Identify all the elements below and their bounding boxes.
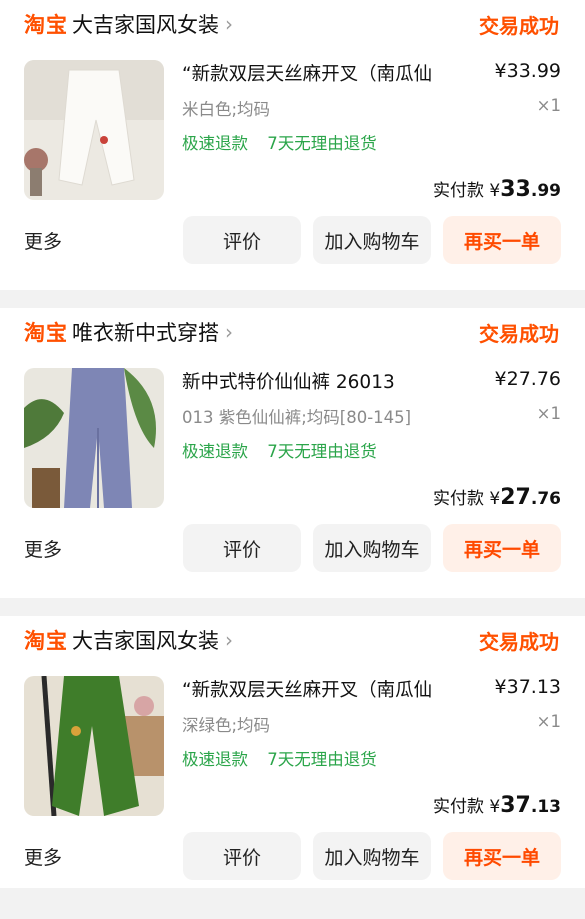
add-to-cart-button[interactable]: 加入购物车 [313,832,431,880]
product-thumbnail[interactable] [24,60,164,200]
paid-integer: 37 [500,793,531,818]
order-actions: 更多 评价 加入购物车 再买一单 [0,208,585,272]
chevron-right-icon: › [225,320,233,344]
review-button[interactable]: 评价 [183,524,301,572]
product-info: 新中式特价仙仙裤 26013 ¥27.76 013 紫色仙仙裤;均码[80-14… [182,368,561,510]
order-actions: 更多 评价 加入购物车 再买一单 [0,824,585,888]
paid-label: 实付款 [433,489,485,509]
product-info: “新款双层天丝麻开叉（南瓜仙 ¥33.99 米白色;均码 ×1 极速退款 7天无… [182,60,561,202]
product-thumbnail[interactable] [24,676,164,816]
tag-7day-return: 7天无理由退货 [267,750,377,769]
shop-header[interactable]: 淘宝 唯衣新中式穿搭 › 交易成功 [0,308,585,356]
chevron-right-icon: › [225,12,233,36]
product-quantity: ×1 [536,404,561,423]
product-thumbnail[interactable] [24,368,164,508]
platform-label: 淘宝 [24,321,68,345]
more-button[interactable]: 更多 [24,535,62,562]
paid-label: 实付款 [433,797,485,817]
service-tags: 极速退款 7天无理由退货 [182,746,561,770]
paid-decimal: .13 [530,797,561,817]
paid-symbol: ¥ [489,181,501,201]
paid-label: 实付款 [433,181,485,201]
product-spec: 013 紫色仙仙裤;均码[80-145] [182,408,412,427]
platform-label: 淘宝 [24,629,68,653]
add-to-cart-button[interactable]: 加入购物车 [313,524,431,572]
product-price: ¥27.76 [494,368,561,390]
product-quantity: ×1 [536,712,561,731]
order-actions: 更多 评价 加入购物车 再买一单 [0,516,585,580]
order-status: 交易成功 [479,13,559,38]
more-button[interactable]: 更多 [24,227,62,254]
tag-fast-refund: 极速退款 [182,134,248,153]
service-tags: 极速退款 7天无理由退货 [182,438,561,462]
paid-amount: 实付款 ¥37.13 [433,792,561,818]
product-quantity: ×1 [536,96,561,115]
order-card: 淘宝 大吉家国风女装 › 交易成功 “新款双层天丝麻开叉（南瓜仙 ¥37.13 … [0,616,585,888]
paid-integer: 33 [500,177,531,202]
more-button[interactable]: 更多 [24,843,62,870]
shop-name[interactable]: 唯衣新中式穿搭 [72,317,219,347]
product-title[interactable]: “新款双层天丝麻开叉（南瓜仙 [182,60,472,86]
product-spec: 深绿色;均码 [182,716,271,735]
product-price: ¥37.13 [494,676,561,698]
product-price: ¥33.99 [494,60,561,82]
tag-fast-refund: 极速退款 [182,442,248,461]
review-button[interactable]: 评价 [183,832,301,880]
order-item[interactable]: “新款双层天丝麻开叉（南瓜仙 ¥37.13 深绿色;均码 ×1 极速退款 7天无… [0,664,585,818]
paid-symbol: ¥ [489,797,501,817]
product-title[interactable]: “新款双层天丝麻开叉（南瓜仙 [182,676,472,702]
chevron-right-icon: › [225,628,233,652]
review-button[interactable]: 评价 [183,216,301,264]
order-item[interactable]: 新中式特价仙仙裤 26013 ¥27.76 013 紫色仙仙裤;均码[80-14… [0,356,585,510]
product-spec: 米白色;均码 [182,100,271,119]
service-tags: 极速退款 7天无理由退货 [182,130,561,154]
paid-amount: 实付款 ¥27.76 [433,484,561,510]
shop-name[interactable]: 大吉家国风女装 [72,625,219,655]
order-item[interactable]: “新款双层天丝麻开叉（南瓜仙 ¥33.99 米白色;均码 ×1 极速退款 7天无… [0,48,585,202]
buy-again-button[interactable]: 再买一单 [443,216,561,264]
product-title[interactable]: 新中式特价仙仙裤 26013 [182,368,472,394]
platform-label: 淘宝 [24,13,68,37]
order-status: 交易成功 [479,629,559,654]
order-status: 交易成功 [479,321,559,346]
product-info: “新款双层天丝麻开叉（南瓜仙 ¥37.13 深绿色;均码 ×1 极速退款 7天无… [182,676,561,818]
add-to-cart-button[interactable]: 加入购物车 [313,216,431,264]
tag-fast-refund: 极速退款 [182,750,248,769]
tag-7day-return: 7天无理由退货 [267,134,377,153]
order-card: 淘宝 大吉家国风女装 › 交易成功 “新款双层天丝麻开叉（南瓜仙 ¥33.99 … [0,0,585,290]
paid-decimal: .76 [530,489,561,509]
buy-again-button[interactable]: 再买一单 [443,832,561,880]
paid-amount: 实付款 ¥33.99 [433,176,561,202]
paid-decimal: .99 [530,181,561,201]
shop-header[interactable]: 淘宝 大吉家国风女装 › 交易成功 [0,0,585,48]
paid-symbol: ¥ [489,489,501,509]
buy-again-button[interactable]: 再买一单 [443,524,561,572]
tag-7day-return: 7天无理由退货 [267,442,377,461]
order-card: 淘宝 唯衣新中式穿搭 › 交易成功 新中式特价仙仙裤 26013 ¥27.76 … [0,308,585,598]
shop-header[interactable]: 淘宝 大吉家国风女装 › 交易成功 [0,616,585,664]
paid-integer: 27 [500,485,531,510]
shop-name[interactable]: 大吉家国风女装 [72,9,219,39]
